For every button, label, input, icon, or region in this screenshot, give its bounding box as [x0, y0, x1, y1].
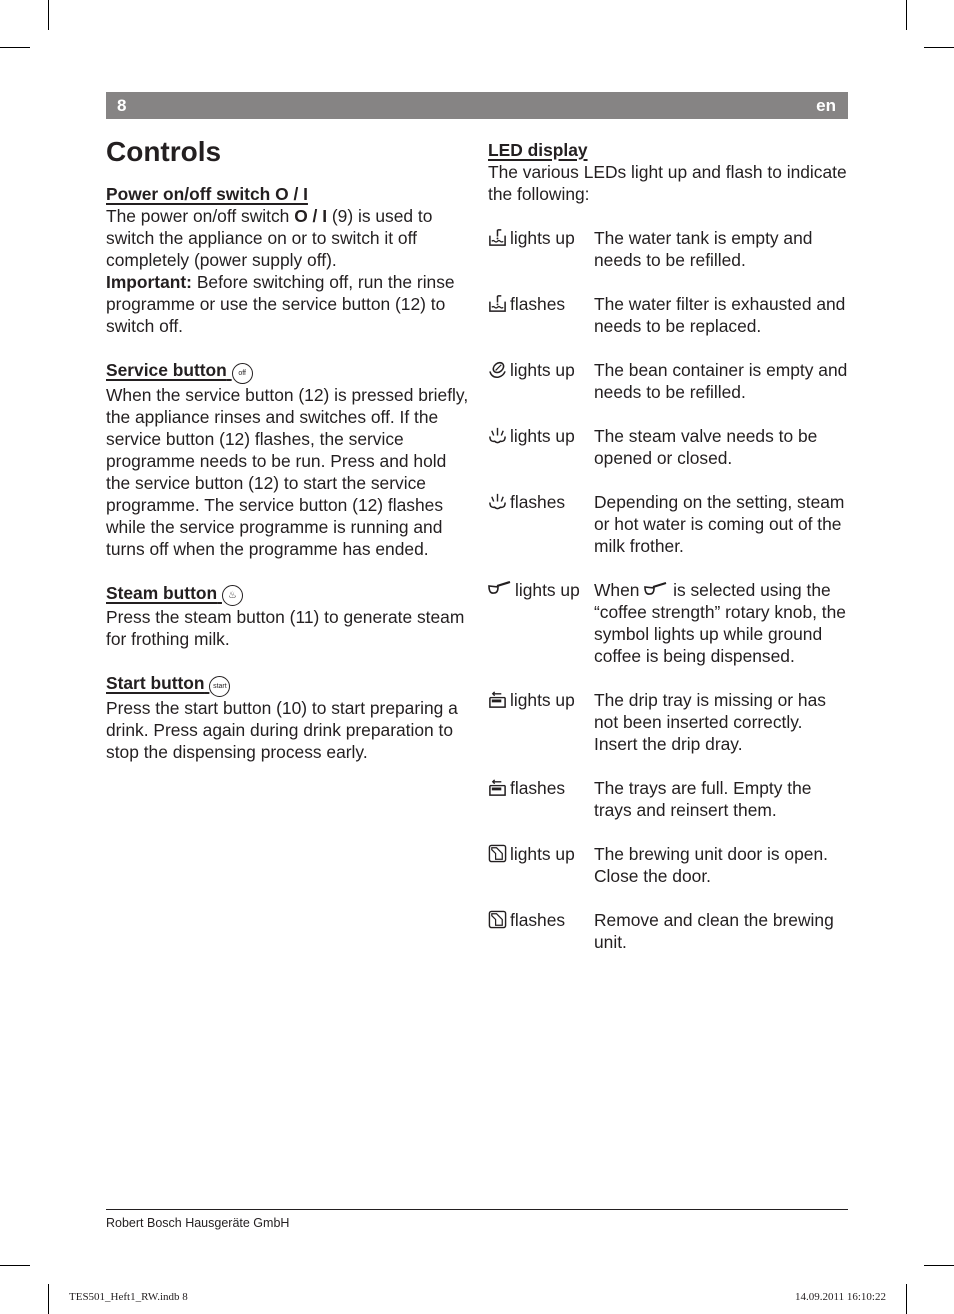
water-tank-icon	[488, 228, 507, 247]
led-state: flashes	[510, 492, 566, 512]
led-state: flashes	[510, 910, 566, 930]
coffee-bean-icon	[488, 360, 507, 379]
footer-company: Robert Bosch Hausgeräte GmbH	[106, 1216, 290, 1230]
page-number: 8	[117, 96, 127, 115]
left-column: Power on/off switch O / I The power on/o…	[106, 183, 471, 785]
led-key: flashes	[488, 909, 594, 953]
brewing-unit-door-icon	[488, 910, 507, 929]
section-heading: Start button start	[106, 672, 471, 697]
brewing-unit-door-icon	[488, 844, 507, 863]
section-service-button: Service button off When the service butt…	[106, 359, 471, 560]
led-row: flashes Remove and clean the brewing unit…	[488, 909, 848, 953]
led-key: lights up	[488, 227, 594, 271]
led-key: flashes	[488, 777, 594, 821]
led-description: The brewing unit door is open. Close the…	[594, 844, 828, 886]
led-state: lights up	[510, 426, 575, 446]
led-key: lights up	[488, 843, 594, 887]
led-state: lights up	[510, 690, 575, 710]
start-button-icon: start	[209, 676, 231, 697]
led-row: lights up The bean container is empty and…	[488, 359, 848, 403]
heading-text: Steam button	[106, 583, 218, 603]
section-intro: The various LEDs light up and flash to i…	[488, 162, 847, 204]
led-state: lights up	[510, 360, 575, 380]
section-led-display: LED display The various LEDs light up an…	[488, 139, 848, 205]
body-text: The power on/off switch	[106, 206, 295, 226]
section-power-switch: Power on/off switch O / I The power on/o…	[106, 183, 471, 337]
crop-mark	[924, 1265, 954, 1266]
led-key: lights up	[488, 689, 594, 755]
led-description: Remove and clean the brewing unit.	[594, 910, 834, 952]
led-row: flashes Depending on the setting, steam o…	[488, 491, 848, 557]
language-code: en	[816, 96, 836, 115]
description-text: When	[594, 580, 645, 600]
led-row: flashes The trays are full. Empty the tra…	[488, 777, 848, 821]
led-state: flashes	[510, 294, 566, 314]
led-description: The water filter is exhausted and needs …	[594, 294, 846, 336]
led-row: lights up The steam valve needs to be ope…	[488, 425, 848, 469]
heading-text: Service button	[106, 360, 227, 380]
ground-coffee-scoop-icon	[644, 580, 668, 596]
important-label: Important:	[106, 272, 192, 292]
section-heading: Steam button ♨	[106, 582, 471, 606]
water-tank-icon	[488, 294, 507, 313]
print-slug-date: 14.09.2011 16:10:22	[795, 1291, 886, 1303]
section-heading: Power on/off switch O / I	[106, 184, 308, 204]
right-column: LED display The various LEDs light up an…	[488, 139, 848, 975]
led-description: When is selected using the “coffee stren…	[594, 579, 848, 667]
section-body: When the service button (12) is pressed …	[106, 385, 469, 559]
led-description: The trays are full. Empty the trays and …	[594, 778, 812, 820]
page-title: Controls	[106, 136, 222, 167]
led-table: lights up The water tank is empty and nee…	[488, 227, 848, 953]
led-key: flashes	[488, 293, 594, 337]
crop-mark	[48, 0, 49, 30]
crop-mark	[906, 0, 907, 30]
led-key: lights up	[488, 359, 594, 403]
section-body: Press the steam button (11) to generate …	[106, 607, 465, 649]
switch-symbol: O / I	[294, 206, 328, 226]
led-row: lights up When is selected using the “cof…	[488, 579, 848, 667]
page-header-bar: 8 en	[106, 92, 848, 119]
led-state: flashes	[510, 778, 566, 798]
led-row: flashes The water filter is exhausted and…	[488, 293, 848, 337]
section-start-button: Start button start Press the start butto…	[106, 672, 471, 763]
ground-coffee-scoop-icon	[488, 580, 512, 599]
led-key: lights up	[488, 579, 594, 667]
important-note: Important: Before switching off, run the…	[106, 271, 471, 337]
steam-icon	[488, 492, 507, 511]
crop-mark	[906, 1284, 907, 1314]
drip-tray-icon	[488, 778, 507, 797]
led-row: lights up The water tank is empty and nee…	[488, 227, 848, 271]
led-key: flashes	[488, 491, 594, 557]
led-row: lights up The drip tray is missing or has…	[488, 689, 848, 755]
steam-button-icon: ♨	[221, 585, 243, 606]
heading-text: Start button	[106, 673, 205, 693]
led-description: The drip tray is missing or has not been…	[594, 690, 826, 754]
crop-mark	[0, 47, 30, 48]
crop-mark	[0, 1265, 30, 1266]
service-off-icon: off	[231, 363, 253, 384]
led-description: The steam valve needs to be opened or cl…	[594, 426, 818, 468]
steam-icon	[488, 426, 507, 445]
section-heading: LED display	[488, 140, 588, 160]
crop-mark	[48, 1284, 49, 1314]
section-heading: Service button off	[106, 359, 471, 384]
footer-divider	[106, 1209, 848, 1210]
section-body: The power on/off switch O / I (9) is use…	[106, 205, 471, 271]
section-body: Press the start button (10) to start pre…	[106, 698, 458, 762]
section-steam-button: Steam button ♨ Press the steam button (1…	[106, 582, 471, 650]
led-state: lights up	[515, 580, 580, 600]
led-description: Depending on the setting, steam or hot w…	[594, 492, 845, 556]
led-state: lights up	[510, 228, 575, 248]
led-key: lights up	[488, 425, 594, 469]
led-description: The bean container is empty and needs to…	[594, 360, 848, 402]
icon-label: off	[238, 370, 246, 377]
icon-label: start	[213, 683, 227, 690]
crop-mark	[924, 47, 954, 48]
led-description: The water tank is empty and needs to be …	[594, 228, 813, 270]
led-state: lights up	[510, 844, 575, 864]
drip-tray-icon	[488, 690, 507, 709]
led-row: lights up The brewing unit door is open. …	[488, 843, 848, 887]
print-slug-file: TES501_Heft1_RW.indb 8	[69, 1291, 188, 1303]
